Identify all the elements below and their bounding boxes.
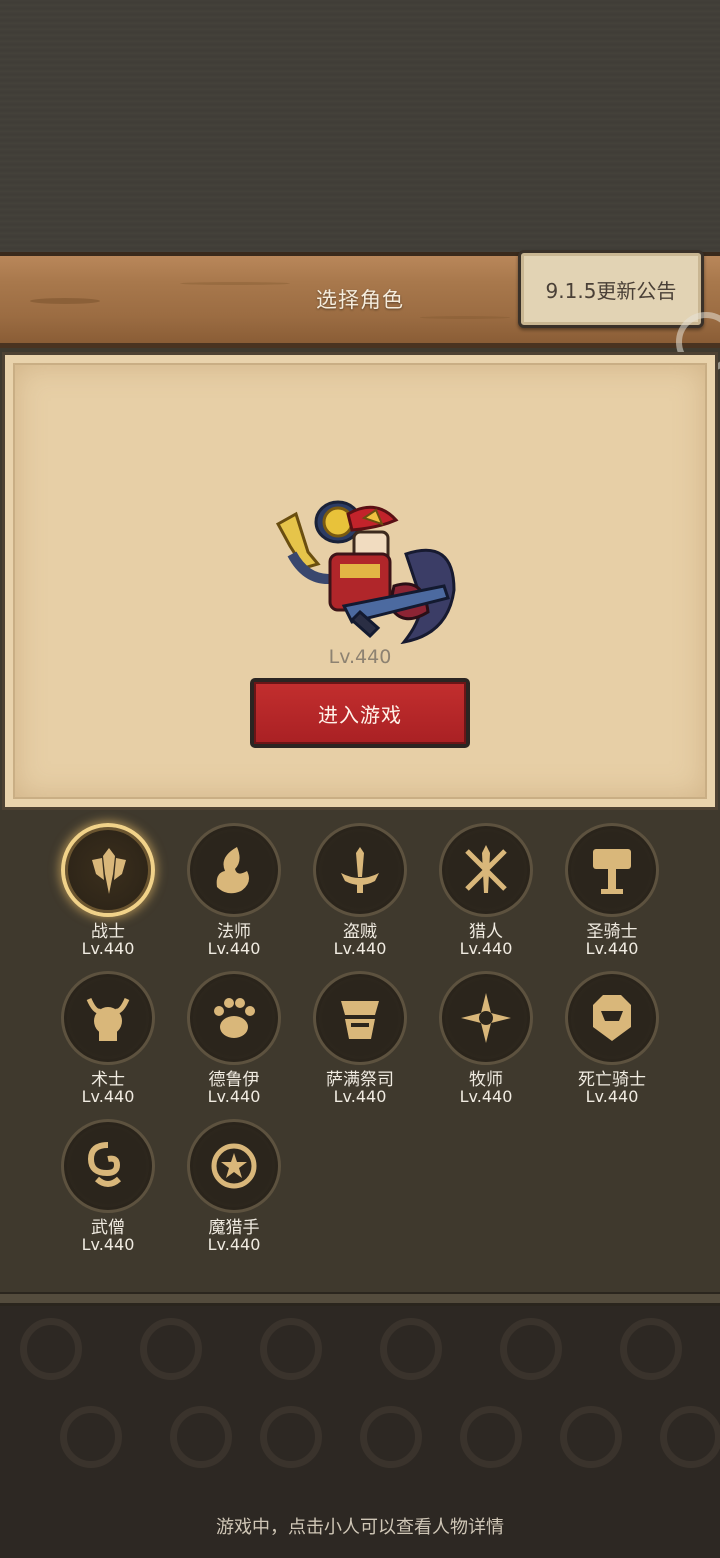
- class-item[interactable]: 术士 Lv.440: [53, 971, 163, 1115]
- class-item[interactable]: 牧师 Lv.440: [431, 971, 541, 1115]
- class-icon-button[interactable]: [187, 1119, 281, 1213]
- class-level: Lv.440: [585, 1087, 639, 1106]
- class-level: Lv.440: [459, 1087, 513, 1106]
- decor-emblem: [20, 1318, 82, 1380]
- hero-character[interactable]: [268, 494, 464, 644]
- wood-grain: [420, 316, 510, 319]
- class-icon-button[interactable]: [439, 971, 533, 1065]
- horned-skull-icon: [86, 997, 130, 1041]
- hero-level: Lv.440: [328, 646, 392, 668]
- class-icon-button[interactable]: [439, 823, 533, 917]
- star-emblem-icon: [211, 1143, 257, 1189]
- decor-emblem: [170, 1406, 232, 1468]
- update-notice-button[interactable]: 9.1.5更新公告: [518, 250, 704, 328]
- decor-emblem: [60, 1406, 122, 1468]
- decor-emblem: [560, 1406, 622, 1468]
- decor-emblem: [460, 1406, 522, 1468]
- class-level: Lv.440: [459, 939, 513, 958]
- class-item[interactable]: 魔猎手 Lv.440: [179, 1119, 289, 1263]
- class-level: Lv.440: [81, 1235, 135, 1254]
- class-icon-button[interactable]: [61, 971, 155, 1065]
- decor-emblem: [360, 1406, 422, 1468]
- class-item[interactable]: 法师 Lv.440: [179, 823, 289, 967]
- hammer-icon: [593, 849, 631, 894]
- decor-emblem: [500, 1318, 562, 1380]
- sword-shield-icon: [92, 848, 126, 894]
- totem-icon: [341, 1001, 379, 1039]
- class-level: Lv.440: [207, 939, 261, 958]
- class-level: Lv.440: [585, 939, 639, 958]
- decor-emblem: [660, 1406, 720, 1468]
- class-icon-button[interactable]: [187, 823, 281, 917]
- class-icon-button[interactable]: [565, 823, 659, 917]
- class-item[interactable]: 战士 Lv.440: [53, 823, 163, 967]
- decor-emblem: [380, 1318, 442, 1380]
- class-level: Lv.440: [81, 1087, 135, 1106]
- enter-game-button[interactable]: 进入游戏: [250, 678, 470, 748]
- paw-icon: [214, 998, 255, 1038]
- decor-emblem: [260, 1318, 322, 1380]
- class-item[interactable]: 德鲁伊 Lv.440: [179, 971, 289, 1115]
- hint-text: 游戏中，点击小人可以查看人物详情: [216, 1517, 504, 1538]
- class-icon-button[interactable]: [61, 1119, 155, 1213]
- class-level: Lv.440: [207, 1235, 261, 1254]
- helm-icon: [593, 995, 631, 1041]
- class-item[interactable]: 圣骑士 Lv.440: [557, 823, 667, 967]
- class-level: Lv.440: [333, 939, 387, 958]
- enter-game-label: 进入游戏: [254, 682, 466, 744]
- radiant-star-icon: [461, 993, 511, 1043]
- class-level: Lv.440: [207, 1087, 261, 1106]
- flame-swirl-icon: [216, 847, 249, 894]
- class-icon-button[interactable]: [61, 823, 155, 917]
- class-item[interactable]: 盗贼 Lv.440: [305, 823, 415, 967]
- top-background: [0, 0, 720, 252]
- crossed-arrows-icon: [465, 845, 507, 893]
- decor-emblem: [260, 1406, 322, 1468]
- class-level: Lv.440: [81, 939, 135, 958]
- class-level: Lv.440: [333, 1087, 387, 1106]
- class-item[interactable]: 死亡骑士 Lv.440: [557, 971, 667, 1115]
- class-icon-button[interactable]: [565, 971, 659, 1065]
- class-icon-button[interactable]: [187, 971, 281, 1065]
- dagger-icon: [341, 847, 379, 893]
- class-item[interactable]: 萨满祭司 Lv.440: [305, 971, 415, 1115]
- decor-emblem: [140, 1318, 202, 1380]
- cloud-swirl-icon: [87, 1142, 122, 1187]
- decor-emblem: [620, 1318, 682, 1380]
- class-icon-button[interactable]: [313, 971, 407, 1065]
- class-item[interactable]: 武僧 Lv.440: [53, 1119, 163, 1263]
- panel-divider: [0, 1292, 720, 1306]
- class-item[interactable]: 猎人 Lv.440: [431, 823, 541, 967]
- class-icon-button[interactable]: [313, 823, 407, 917]
